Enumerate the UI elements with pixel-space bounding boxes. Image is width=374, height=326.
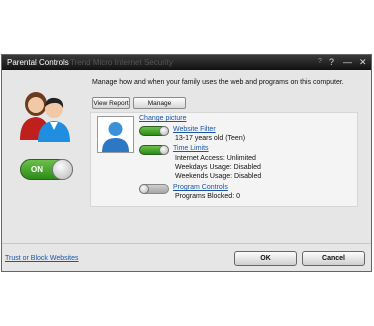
programs-blocked-text: Programs Blocked: 0 [175,193,240,200]
manage-accounts-button[interactable]: Manage Accounts [133,97,186,119]
trust-block-websites-link[interactable]: Trust or Block Websites [5,255,79,262]
ok-button[interactable]: OK [234,251,297,266]
weekends-usage-text: Weekends Usage: Disabled [175,173,262,180]
window-title: Parental Controls [7,58,69,67]
weekdays-usage-text: Weekdays Usage: Disabled [175,164,261,171]
cancel-button[interactable]: Cancel [302,251,365,266]
close-icon[interactable]: ✕ [359,57,367,67]
program-controls-toggle[interactable] [139,184,169,194]
account-panel: Change picture Website Filter 13-17 year… [90,112,358,207]
time-limits-toggle[interactable] [139,145,169,155]
family-panel: ON [8,80,80,190]
parental-controls-window: Parental Controls Trend Micro Internet S… [1,54,372,272]
internet-access-text: Internet Access: Unlimited [175,155,256,162]
toggle-knob [52,159,73,180]
family-users-icon [20,92,70,142]
intro-text: Manage how and when your family uses the… [92,79,344,86]
parental-controls-toggle[interactable]: ON [20,159,73,180]
website-filter-detail: 13-17 years old (Teen) [175,135,246,142]
toggle-knob [159,145,169,155]
toggle-knob [159,126,169,136]
website-filter-link[interactable]: Website Filter [173,126,216,133]
time-limits-link[interactable]: Time Limits [173,145,209,152]
title-bar: Parental Controls Trend Micro Internet S… [2,55,371,70]
view-report-button[interactable]: View Report [92,97,130,109]
toggle-knob [139,184,149,194]
toggle-on-label: ON [31,165,43,174]
change-picture-link[interactable]: Change picture [139,115,186,122]
help-icon[interactable]: ? [329,57,334,67]
minimize-icon[interactable]: — [343,57,352,67]
user-icon [102,122,129,152]
footer-divider [2,243,371,244]
help-small-icon[interactable]: ? [318,57,322,67]
account-picture[interactable] [97,116,134,153]
program-controls-link[interactable]: Program Controls [173,184,228,191]
website-filter-toggle[interactable] [139,126,169,136]
window-ghost-title: Trend Micro Internet Security [70,58,173,67]
